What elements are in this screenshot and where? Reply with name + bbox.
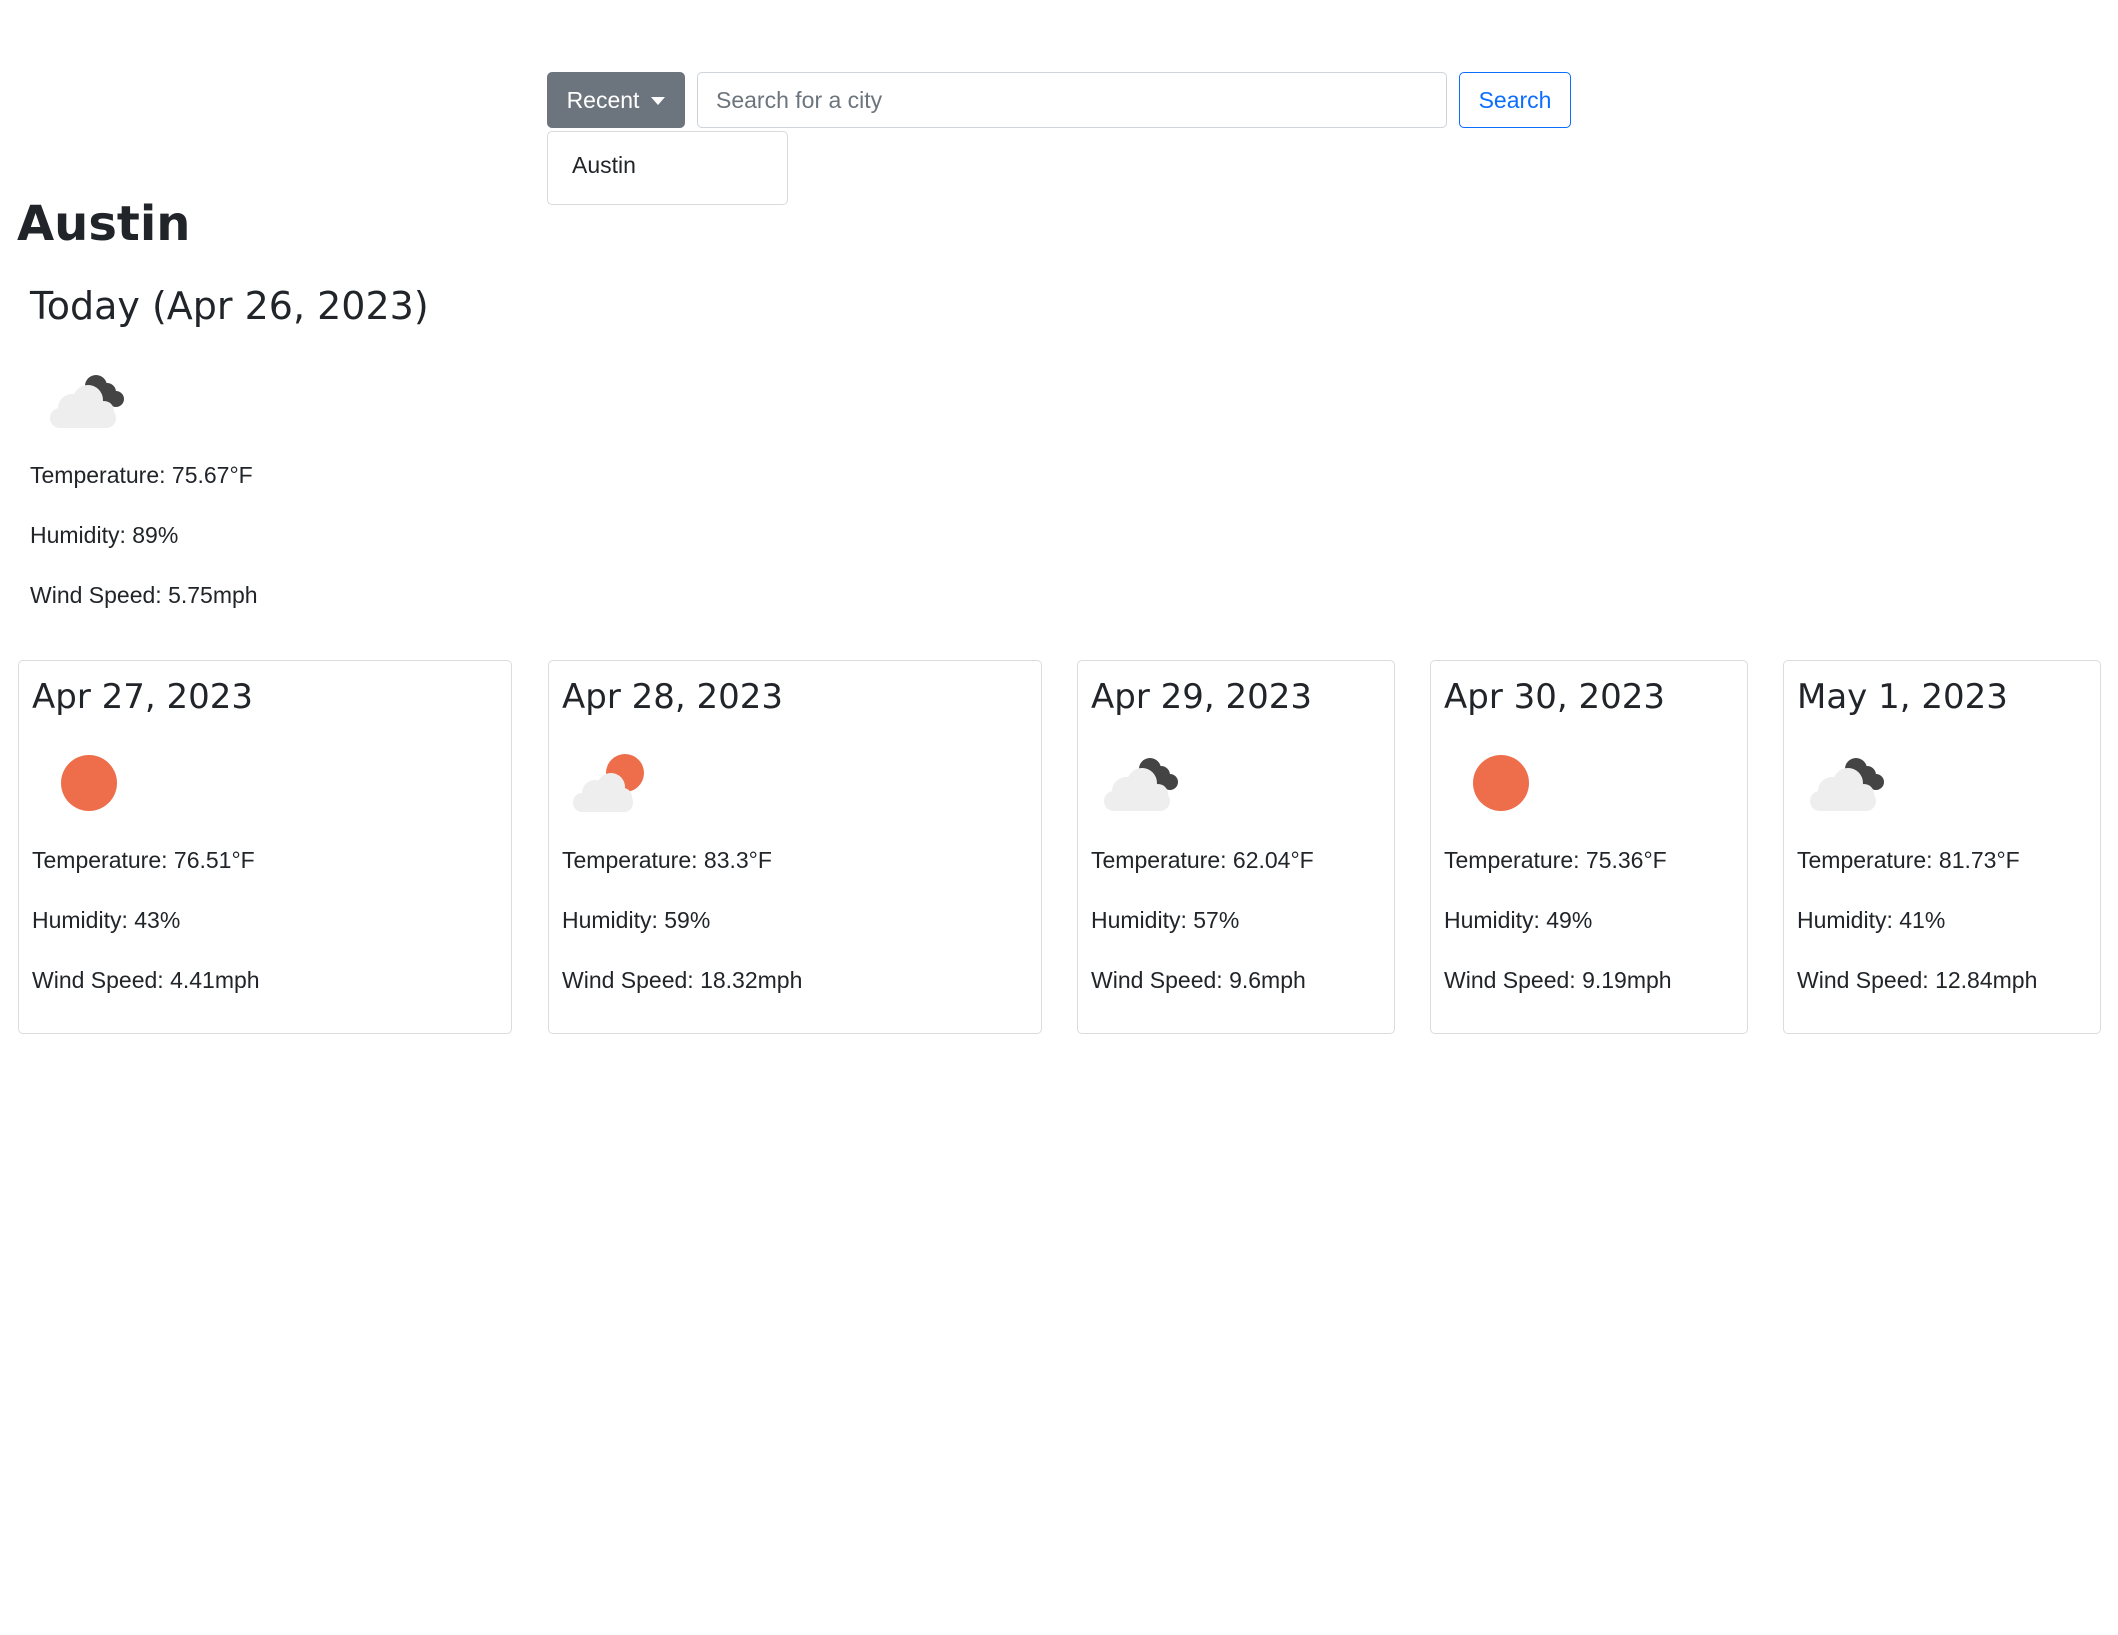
caret-down-icon: [651, 97, 666, 105]
forecast-wind-speed: Wind Speed: 9.6mph: [1091, 967, 1306, 993]
sun-icon: [61, 755, 117, 811]
forecast-temperature: Temperature: 81.73°F: [1797, 847, 2020, 873]
partly-cloudy-night-icon: [1810, 758, 1884, 811]
forecast-wind-speed: Wind Speed: 18.32mph: [562, 967, 803, 993]
forecast-wind-speed: Wind Speed: 4.41mph: [32, 967, 260, 993]
today-wind-speed: Wind Speed: 5.75mph: [30, 582, 258, 608]
forecast-wind-speed: Wind Speed: 9.19mph: [1444, 967, 1672, 993]
forecast-humidity: Humidity: 49%: [1444, 907, 1593, 933]
forecast-humidity: Humidity: 57%: [1091, 907, 1240, 933]
today-title: Today (Apr 26, 2023): [30, 284, 429, 328]
forecast-date: Apr 28, 2023: [562, 677, 784, 717]
recent-button-label: Recent: [566, 86, 640, 113]
city-search-input[interactable]: [697, 72, 1447, 128]
partly-cloudy-night-icon: [1104, 758, 1178, 811]
forecast-temperature: Temperature: 83.3°F: [562, 847, 772, 873]
forecast-temperature: Temperature: 76.51°F: [32, 847, 255, 873]
forecast-date: Apr 30, 2023: [1444, 677, 1666, 717]
recent-dropdown-button[interactable]: Recent: [547, 72, 685, 128]
forecast-humidity: Humidity: 41%: [1797, 907, 1946, 933]
today-humidity: Humidity: 89%: [30, 522, 179, 548]
forecast-date: May 1, 2023: [1797, 677, 2008, 717]
forecast-temperature: Temperature: 75.36°F: [1444, 847, 1667, 873]
partly-cloudy-day-icon: [573, 754, 644, 812]
forecast-date: Apr 29, 2023: [1091, 677, 1313, 717]
forecast-card: Apr 27, 2023 Temperature: 76.51°F Humidi…: [18, 660, 512, 1034]
partly-cloudy-night-icon: [50, 375, 124, 428]
city-title: Austin: [17, 196, 191, 252]
forecast-card: May 1, 2023 Temperature: 81.73°F Humidit…: [1783, 660, 2101, 1034]
forecast-temperature: Temperature: 62.04°F: [1091, 847, 1314, 873]
forecast-wind-speed: Wind Speed: 12.84mph: [1797, 967, 2038, 993]
forecast-card: Apr 30, 2023 Temperature: 75.36°F Humidi…: [1430, 660, 1748, 1034]
forecast-humidity: Humidity: 43%: [32, 907, 181, 933]
forecast-date: Apr 27, 2023: [32, 677, 254, 717]
forecast-card: Apr 29, 2023 Temperature: 62.04°F Humidi…: [1077, 660, 1395, 1034]
forecast-humidity: Humidity: 59%: [562, 907, 711, 933]
recent-dropdown-menu: Austin: [547, 131, 788, 205]
today-temperature: Temperature: 75.67°F: [30, 462, 253, 488]
recent-item-austin[interactable]: Austin: [572, 152, 636, 179]
forecast-card: Apr 28, 2023 Temperature: 83.3°F Humidit…: [548, 660, 1042, 1034]
sun-icon: [1473, 755, 1529, 811]
search-button[interactable]: Search: [1459, 72, 1571, 128]
